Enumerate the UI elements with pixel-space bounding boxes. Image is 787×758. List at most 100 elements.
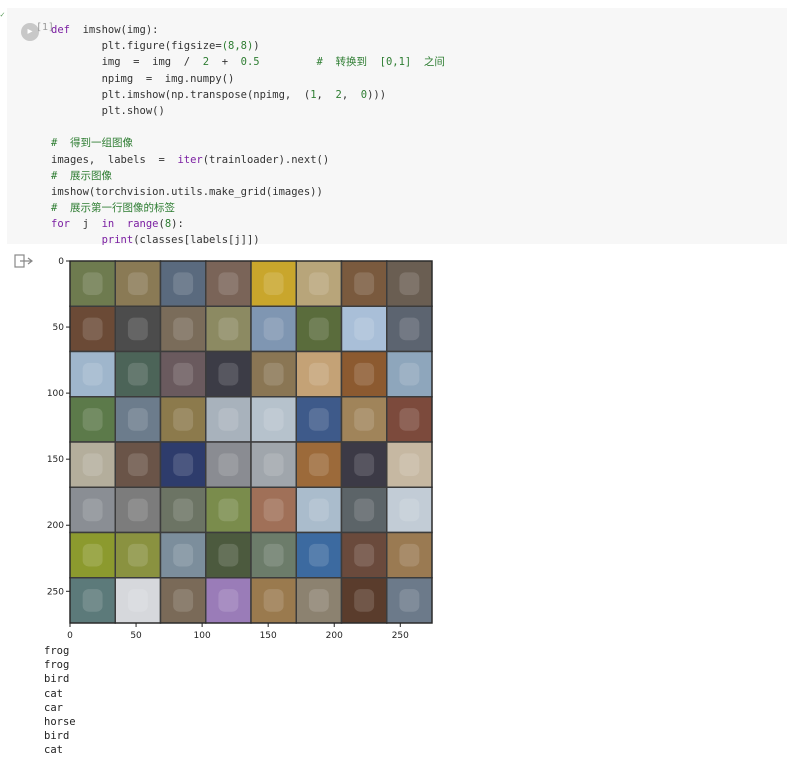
tile-subject	[82, 317, 103, 341]
code-token: for	[51, 218, 70, 231]
execution-indicator: ✓	[0, 10, 5, 19]
code-token: imshow(torchvision.utils.make_grid(image…	[51, 185, 323, 198]
printed-line: cat	[44, 744, 63, 757]
printed-line: frog	[44, 659, 70, 672]
code-cell[interactable]: ▸ [1] def imshow(img): plt.figure(figsiz…	[7, 8, 787, 246]
code-line: for j in range(8):	[51, 216, 445, 232]
code-token: img = img /	[51, 56, 203, 69]
tile-subject	[399, 589, 420, 612]
code-token: +	[209, 56, 241, 69]
code-token: def	[51, 24, 70, 36]
tile-subject	[82, 543, 103, 567]
code-line: plt.show()	[51, 103, 445, 119]
tile-subject	[354, 543, 375, 567]
tile-subject	[354, 589, 375, 612]
tile-subject	[308, 362, 329, 386]
code-line: plt.imshow(np.transpose(npimg, (1, 2, 0)…	[51, 87, 445, 103]
x-tick-label: 250	[392, 631, 409, 641]
tile-subject	[263, 453, 284, 476]
tile-subject	[263, 272, 284, 295]
code-line: # 展示图像	[51, 168, 445, 184]
printed-line: bird	[44, 673, 70, 686]
tile-subject	[399, 453, 420, 476]
code-token: )	[253, 40, 260, 53]
code-token: ,	[316, 88, 336, 101]
tile-subject	[263, 498, 284, 522]
tile-subject	[308, 453, 329, 476]
code-token: npimg = img.numpy()	[51, 72, 235, 85]
x-tick-label: 200	[326, 631, 343, 641]
tile-subject	[218, 589, 239, 612]
tile-subject	[399, 498, 420, 522]
code-line: images, labels = iter(trainloader).next(…	[51, 152, 445, 168]
image-grid-plot: 0 50 100 150 200 250 0 50 100 150 200 250	[47, 257, 433, 641]
code-token: plt.figure(figsize=	[51, 40, 222, 53]
tile-subject	[308, 272, 329, 295]
code-token: imshow(img):	[69, 24, 159, 36]
tile-subject	[218, 272, 239, 295]
y-tick-label: 0	[58, 257, 64, 267]
code-editor[interactable]: def imshow(img): plt.figure(figsize=(8,8…	[51, 22, 445, 249]
tile-subject	[127, 453, 148, 476]
tile-subject	[263, 543, 284, 567]
code-line: plt.figure(figsize=(8,8))	[51, 38, 445, 54]
tile-subject	[82, 498, 103, 522]
tile-subject	[127, 543, 148, 567]
tile-subject	[127, 408, 148, 431]
code-line: img = img / 2 + 0.5 # 转换到 [0,1] 之间	[51, 54, 445, 70]
code-line: print(classes[labels[j]])	[51, 232, 445, 248]
printed-output: frog frog bird cat car horse bird cat	[44, 644, 76, 758]
code-token: # 展示第一行图像的标签	[51, 202, 175, 215]
printed-line: cat	[44, 687, 63, 700]
x-tick-label: 100	[194, 631, 211, 641]
code-line: # 得到一组图像	[51, 135, 445, 151]
tile-subject	[218, 543, 239, 567]
code-token: # 得到一组图像	[51, 137, 133, 150]
tile-subject	[354, 498, 375, 522]
code-token: (trainloader).next()	[202, 153, 330, 166]
code-token: images, labels =	[51, 153, 178, 166]
tile-subject	[218, 362, 239, 386]
tile-subject	[173, 543, 194, 567]
y-tick-label: 50	[53, 323, 65, 333]
tile-subject	[82, 362, 103, 386]
tile-subject	[127, 272, 148, 295]
tile-subject	[308, 543, 329, 567]
code-token: # 转换到 [0,1] 之间	[316, 56, 445, 69]
tile-subject	[399, 317, 420, 341]
tile-subject	[82, 408, 103, 431]
tile-subject	[354, 317, 375, 341]
tile-subject	[263, 408, 284, 431]
tile-subject	[127, 317, 148, 341]
tile-subject	[173, 317, 194, 341]
tile-subject	[173, 453, 194, 476]
code-line: npimg = img.numpy()	[51, 71, 445, 87]
code-token: plt.show()	[51, 104, 165, 117]
tile-subject	[308, 317, 329, 341]
tile-subject	[308, 498, 329, 522]
tile-subject	[399, 362, 420, 386]
printed-line: frog	[44, 645, 70, 657]
tile-subject	[127, 362, 148, 386]
y-tick-label: 150	[47, 455, 64, 465]
tile-subject	[399, 543, 420, 567]
tile-subject	[399, 272, 420, 295]
tile-subject	[173, 498, 194, 522]
code-token: ):	[171, 218, 184, 231]
y-tick-label: 100	[47, 389, 64, 399]
tile-subject	[173, 362, 194, 386]
tile-subject	[173, 272, 194, 295]
tile-subject	[263, 589, 284, 612]
code-line: imshow(torchvision.utils.make_grid(image…	[51, 184, 445, 200]
tile-subject	[218, 498, 239, 522]
code-token: in	[101, 218, 115, 231]
code-token: range	[126, 218, 159, 231]
tile-subject	[127, 498, 148, 522]
code-line: def imshow(img):	[51, 22, 445, 38]
tile-subject	[82, 589, 103, 612]
code-token: 0.5	[240, 56, 260, 69]
tile-subject	[354, 272, 375, 295]
